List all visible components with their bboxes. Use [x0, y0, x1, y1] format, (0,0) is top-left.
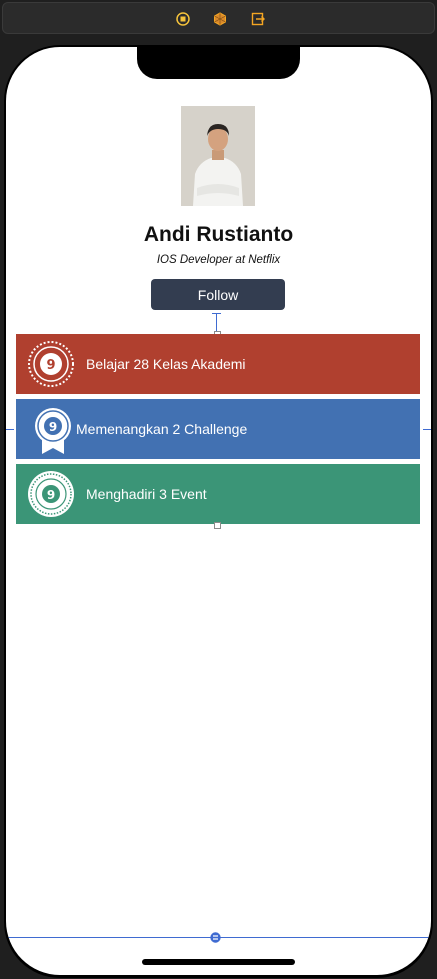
achievement-label: Menghadiri 3 Event: [86, 486, 207, 502]
scene-toolbar: [2, 2, 435, 34]
home-indicator: [142, 959, 295, 965]
achievement-label: Memenangkan 2 Challenge: [76, 421, 248, 437]
svg-text:9: 9: [47, 488, 55, 502]
challenge-ribbon-icon: 9: [35, 408, 71, 454]
academy-badge-icon: 9: [28, 341, 74, 387]
svg-text:9: 9: [46, 358, 55, 373]
svg-text:9: 9: [49, 420, 57, 434]
constraint-guide: [216, 313, 217, 333]
device-frame: Andi Rustianto IOS Developer at Netflix …: [4, 45, 433, 978]
exit-icon[interactable]: [251, 12, 265, 26]
leading-constraint-guide: [6, 429, 14, 430]
device-notch: [137, 47, 300, 79]
achievement-row-challenge[interactable]: 9 Memenangkan 2 Challenge: [16, 399, 420, 459]
resize-handle-bottom[interactable]: [214, 522, 221, 529]
avatar-photo: [181, 106, 255, 206]
first-responder-icon[interactable]: [176, 12, 190, 26]
object-cube-icon[interactable]: [213, 12, 227, 26]
event-seal-icon: 9: [28, 471, 74, 517]
achievement-row-academy[interactable]: 9 Belajar 28 Kelas Akademi: [16, 334, 420, 394]
achievement-label: Belajar 28 Kelas Akademi: [86, 356, 246, 372]
phone-screen: Andi Rustianto IOS Developer at Netflix …: [6, 47, 431, 975]
constraint-badge-icon[interactable]: [210, 932, 221, 943]
profile-role: IOS Developer at Netflix: [156, 254, 281, 266]
follow-button[interactable]: Follow: [151, 279, 285, 310]
trailing-constraint-guide: [423, 429, 431, 430]
achievement-row-event[interactable]: 9 Menghadiri 3 Event: [16, 464, 420, 524]
profile-name: Andi Rustianto: [143, 223, 294, 246]
avatar: [181, 106, 255, 206]
